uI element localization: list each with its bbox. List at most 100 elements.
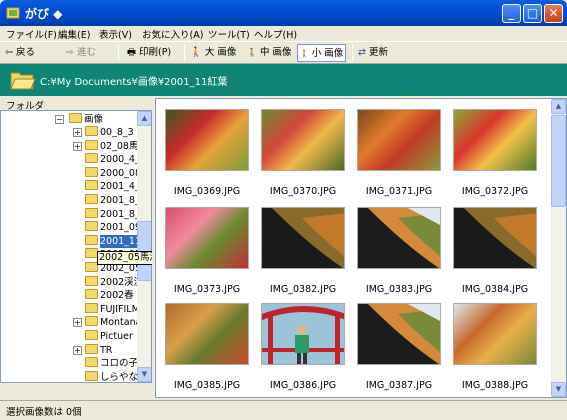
- thumbnail-gallery[interactable]: IMG_0369.JPG IMG_0370.JPG IMG_0371.JPG IMG_…: [155, 98, 567, 398]
- scroll-down-arrow-icon[interactable]: ▼: [137, 367, 151, 382]
- thumbnail-image[interactable]: [165, 303, 249, 365]
- valley-scene: [358, 208, 440, 268]
- scroll-up-arrow-icon[interactable]: ▲: [551, 99, 566, 114]
- tree-item[interactable]: コロの子: [73, 357, 138, 370]
- folder-icon: [85, 370, 98, 381]
- menu-view[interactable]: 表示(V): [99, 27, 132, 41]
- gallery-scrollbar[interactable]: ▲ ▼: [551, 99, 566, 397]
- toolbar-separator: [118, 45, 119, 61]
- tree-item[interactable]: FUJIFILM: [73, 302, 140, 316]
- thumbnail-filename: IMG_0382.JPG: [269, 284, 337, 295]
- tree-scrollbar[interactable]: ▲ ▼: [137, 111, 151, 382]
- folder-icon: [85, 207, 98, 218]
- thumbnail-image[interactable]: [357, 109, 441, 171]
- folder-icon: [85, 357, 98, 368]
- medium-image-button[interactable]: 🚶 中 画像: [247, 44, 292, 62]
- tree-item-label: コロの子: [100, 358, 139, 370]
- maximize-button[interactable]: □: [523, 4, 542, 23]
- valley-scene: [358, 304, 440, 364]
- refresh-button[interactable]: ⇄ 更新: [358, 44, 388, 62]
- expand-icon[interactable]: +: [73, 318, 82, 328]
- tree-item[interactable]: + TR: [73, 343, 113, 357]
- folder-icon: [85, 139, 98, 150]
- tree-item-label: Montana: [100, 317, 142, 329]
- forward-button[interactable]: ⇨ 進む: [66, 44, 96, 62]
- thumbnail-image[interactable]: [357, 303, 441, 365]
- large-image-button[interactable]: 🚶 大 画像: [190, 44, 236, 62]
- open-folder-icon: [10, 72, 36, 90]
- thumbnail-image[interactable]: [357, 207, 441, 269]
- thumbnail-filename: IMG_0384.JPG: [461, 284, 529, 295]
- selection-count: 選択画像数は 0個: [6, 407, 82, 418]
- thumbnail-filename: IMG_0369.JPG: [173, 186, 241, 197]
- tree-item[interactable]: + Montana: [73, 316, 141, 329]
- folder-icon: [85, 166, 98, 177]
- thumbnail-filename: IMG_0387.JPG: [365, 380, 433, 391]
- small-figure-icon: 🚶: [300, 50, 309, 58]
- minimize-button[interactable]: _: [502, 4, 521, 23]
- thumbnail-image[interactable]: [453, 303, 537, 365]
- folder-icon: [85, 234, 98, 245]
- menu-file[interactable]: ファイル(F): [6, 27, 57, 41]
- back-arrow-icon: ⇦: [5, 47, 13, 58]
- thumbnail-image[interactable]: [453, 109, 537, 171]
- large-figure-icon: 🚶: [190, 47, 202, 58]
- folder-icon: [85, 153, 98, 164]
- thumbnail-filename: IMG_0386.JPG: [269, 380, 337, 391]
- tree-item-label: TR: [100, 344, 113, 356]
- window-title: がび ◆: [25, 7, 63, 21]
- tree-item[interactable]: 2002春: [73, 289, 134, 302]
- scroll-up-arrow-icon[interactable]: ▲: [137, 111, 151, 126]
- menu-help[interactable]: ヘルプ(H): [254, 27, 297, 41]
- forward-arrow-icon: ⇨: [66, 47, 74, 58]
- back-label: 戻る: [16, 47, 36, 58]
- menu-favorites[interactable]: お気に入り(A): [142, 27, 203, 41]
- tree-item[interactable]: Pictuer: [73, 330, 133, 343]
- scroll-down-arrow-icon[interactable]: ▼: [551, 382, 566, 397]
- thumbnail-image[interactable]: [165, 207, 249, 269]
- folder-icon: [69, 113, 82, 123]
- tree-item-root[interactable]: − 画像: [55, 113, 103, 126]
- folder-icon: [85, 302, 98, 313]
- menu-edit[interactable]: 編集(E): [58, 27, 90, 41]
- tree-item-label: しらやな: [100, 371, 139, 383]
- folder-tree[interactable]: − 画像 +00_8_3 黒 +02_08馬瀬 2000_4_1(2000_08_(20…: [0, 110, 152, 383]
- print-button[interactable]: 🖶 印刷(P): [127, 44, 171, 62]
- tree-item-label: Pictuer: [100, 331, 133, 342]
- print-label: 印刷(P): [139, 47, 172, 58]
- path-bar: C:¥My Documents¥画像¥2001_11紅葉: [0, 64, 567, 96]
- tree-item[interactable]: +00_8_3 黒: [73, 126, 146, 139]
- folder-icon: [85, 194, 98, 204]
- current-path: C:¥My Documents¥画像¥2001_11紅葉: [40, 77, 228, 88]
- thumbnail-image[interactable]: [453, 207, 537, 269]
- menu-tools[interactable]: ツール(T): [208, 27, 250, 41]
- status-bar: 選択画像数は 0個: [0, 400, 567, 420]
- thumbnail-filename: IMG_0371.JPG: [365, 186, 433, 197]
- thumbnail-image[interactable]: [261, 207, 345, 269]
- thumbnail-image[interactable]: [165, 109, 249, 171]
- expand-icon[interactable]: +: [73, 345, 82, 355]
- tree-item[interactable]: しらやな: [73, 370, 139, 383]
- app-icon: [6, 7, 20, 19]
- menu-bar: ファイル(F) 編集(E) 表示(V) お気に入り(A) ツール(T) ヘルプ(…: [0, 26, 567, 42]
- thumbnail-filename: IMG_0370.JPG: [269, 186, 337, 197]
- valley-scene: [262, 208, 344, 268]
- expand-icon[interactable]: +: [73, 128, 82, 137]
- toolbar: ⇦ 戻る ⇨ 進む 🖶 印刷(P) 🚶 大 画像 🚶 中 画像 🚶 小 画像 ⇄…: [0, 42, 567, 64]
- folder-icon: [85, 330, 98, 340]
- thumbnail-image[interactable]: [261, 303, 345, 365]
- close-button[interactable]: ✕: [544, 4, 563, 23]
- small-image-button[interactable]: 🚶 小 画像: [297, 44, 347, 62]
- back-button[interactable]: ⇦ 戻る: [5, 44, 35, 62]
- bridge-scene: [262, 304, 344, 364]
- tree-item[interactable]: 2002渓流: [73, 275, 143, 289]
- folder-icon: [85, 126, 98, 136]
- expand-icon[interactable]: +: [73, 141, 82, 151]
- thumbnail-filename: IMG_0372.JPG: [461, 186, 529, 197]
- thumbnail-image[interactable]: [261, 109, 345, 171]
- collapse-icon[interactable]: −: [55, 115, 64, 124]
- gallery-scroll-thumb[interactable]: [551, 115, 566, 207]
- title-bar[interactable]: がび ◆ _ □ ✕: [0, 0, 567, 26]
- refresh-icon: ⇄: [358, 47, 366, 58]
- medium-image-label: 中 画像: [260, 47, 292, 58]
